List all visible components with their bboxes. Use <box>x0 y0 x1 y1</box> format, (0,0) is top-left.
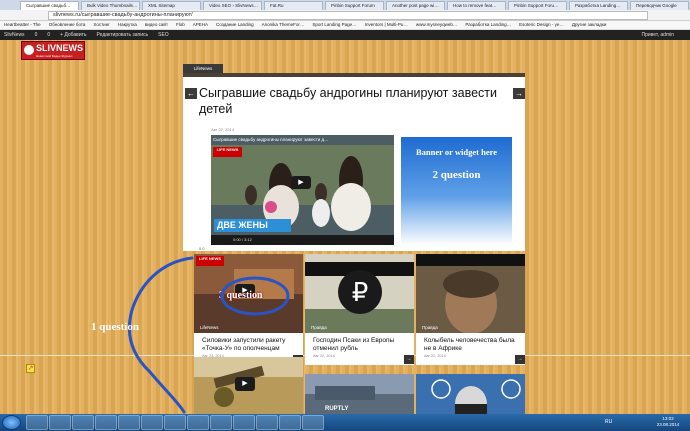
app-icon[interactable] <box>302 415 324 430</box>
app-icon[interactable] <box>256 415 278 430</box>
app-icon[interactable] <box>187 415 209 430</box>
folder-icon[interactable] <box>118 415 140 430</box>
start-button[interactable] <box>2 415 21 430</box>
annotation-label: 1 question <box>91 321 139 333</box>
chrome-icon[interactable] <box>49 415 71 430</box>
app-icon[interactable] <box>164 415 186 430</box>
language-indicator[interactable]: RU <box>605 419 612 425</box>
annotation-drawing <box>127 256 290 414</box>
media-player-icon[interactable] <box>72 415 94 430</box>
explorer-icon[interactable] <box>26 415 48 430</box>
app-icon[interactable] <box>279 415 301 430</box>
app-icon[interactable] <box>210 415 232 430</box>
clock-date: 23.08.2014 <box>656 422 680 427</box>
external-link-icon[interactable]: ↗ <box>26 364 35 373</box>
app-icon[interactable] <box>141 415 163 430</box>
system-clock[interactable]: 13:03 23.08.2014 <box>648 416 688 428</box>
skype-icon[interactable] <box>95 415 117 430</box>
app-icon[interactable] <box>233 415 255 430</box>
